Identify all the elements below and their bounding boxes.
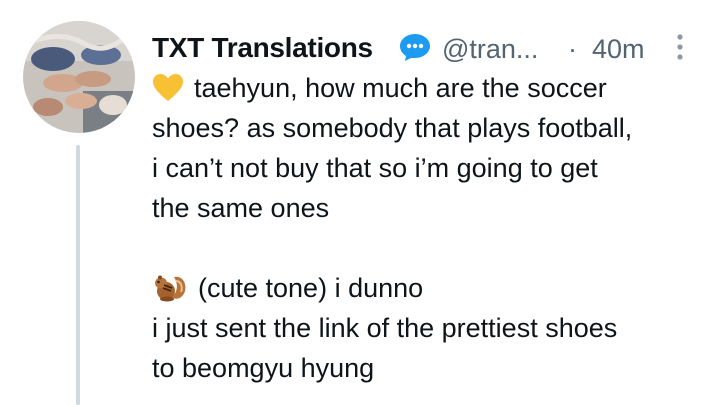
text-line: i can’t not buy that so i’m going to get [152, 153, 598, 183]
text-line-content: (cute tone) i dunno [198, 273, 424, 303]
text-line: to beomgyu hyung [152, 353, 375, 383]
display-name[interactable]: TXT Translations [152, 32, 373, 64]
text-line-content: taehyun, how much are the soccer [194, 73, 607, 103]
avatar-image [23, 21, 135, 133]
text-line: the same ones [152, 193, 330, 223]
tweet-text: taehyun, how much are the soccer shoes? … [152, 68, 712, 388]
avatar[interactable] [23, 21, 135, 133]
separator-dot: · [568, 34, 577, 64]
more-vertical-icon[interactable] [673, 30, 687, 64]
timestamp[interactable]: 40m [592, 34, 645, 65]
text-line: shoes? as somebody that plays football, [152, 113, 633, 143]
tweet[interactable]: TXT Translations @tran... · 40m taehyun,… [0, 0, 720, 405]
text-line: (cute tone) i dunno [152, 268, 712, 308]
speech-bubble-icon [398, 32, 432, 62]
tweet-header: TXT Translations @tran... · 40m [152, 24, 712, 68]
text-line: taehyun, how much are the soccer [152, 68, 712, 108]
user-handle[interactable]: @tran... [442, 34, 538, 65]
thread-line [76, 145, 80, 405]
text-line: i just sent the link of the prettiest sh… [152, 313, 618, 343]
